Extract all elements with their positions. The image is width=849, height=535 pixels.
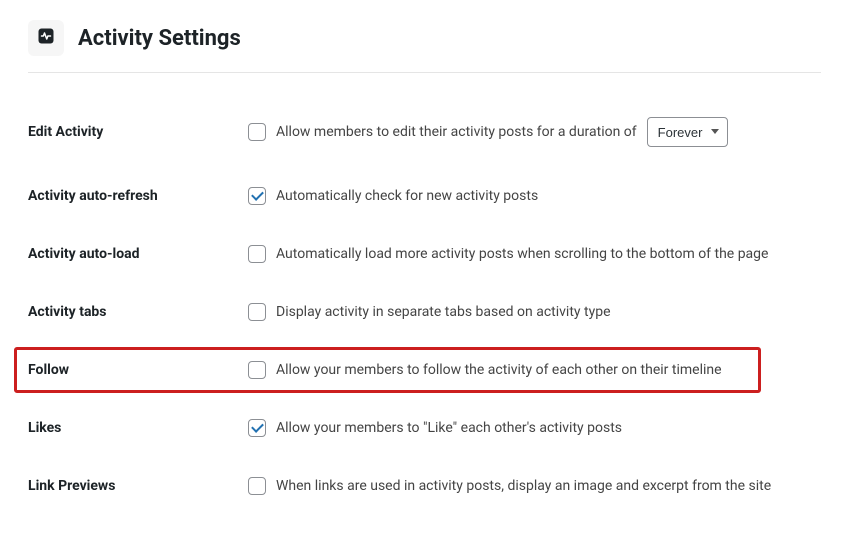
desc-likes: Allow your members to "Like" each other'… bbox=[276, 420, 622, 436]
checkbox-activity-tabs[interactable] bbox=[248, 303, 266, 321]
activity-icon-box bbox=[28, 20, 64, 56]
row-link-previews: Link Previews When links are used in act… bbox=[28, 457, 821, 515]
desc-follow: Allow your members to follow the activit… bbox=[276, 362, 722, 378]
desc-auto-load: Automatically load more activity posts w… bbox=[276, 246, 768, 262]
row-edit-activity: Edit Activity Allow members to edit thei… bbox=[28, 97, 821, 167]
label-link-previews: Link Previews bbox=[28, 478, 248, 494]
desc-activity-tabs: Display activity in separate tabs based … bbox=[276, 304, 611, 320]
row-auto-load: Activity auto-load Automatically load mo… bbox=[28, 225, 821, 283]
activity-icon bbox=[37, 27, 55, 49]
page-header: Activity Settings bbox=[28, 20, 821, 73]
checkbox-auto-load[interactable] bbox=[248, 245, 266, 263]
select-edit-duration[interactable]: Forever bbox=[647, 117, 728, 147]
label-auto-refresh: Activity auto-refresh bbox=[28, 188, 248, 204]
page-title: Activity Settings bbox=[78, 26, 241, 51]
row-auto-refresh: Activity auto-refresh Automatically chec… bbox=[28, 167, 821, 225]
checkbox-link-previews[interactable] bbox=[248, 477, 266, 495]
desc-auto-refresh: Automatically check for new activity pos… bbox=[276, 188, 538, 204]
checkbox-follow[interactable] bbox=[248, 361, 266, 379]
label-likes: Likes bbox=[28, 420, 248, 436]
label-edit-activity: Edit Activity bbox=[28, 124, 248, 140]
row-follow: Follow Allow your members to follow the … bbox=[28, 341, 821, 399]
checkbox-edit-activity[interactable] bbox=[248, 123, 266, 141]
checkbox-likes[interactable] bbox=[248, 419, 266, 437]
label-activity-tabs: Activity tabs bbox=[28, 304, 248, 320]
checkbox-auto-refresh[interactable] bbox=[248, 187, 266, 205]
label-follow: Follow bbox=[28, 362, 248, 378]
desc-link-previews: When links are used in activity posts, d… bbox=[276, 478, 771, 494]
desc-edit-activity: Allow members to edit their activity pos… bbox=[276, 124, 637, 140]
row-likes: Likes Allow your members to "Like" each … bbox=[28, 399, 821, 457]
row-activity-tabs: Activity tabs Display activity in separa… bbox=[28, 283, 821, 341]
label-auto-load: Activity auto-load bbox=[28, 246, 248, 262]
